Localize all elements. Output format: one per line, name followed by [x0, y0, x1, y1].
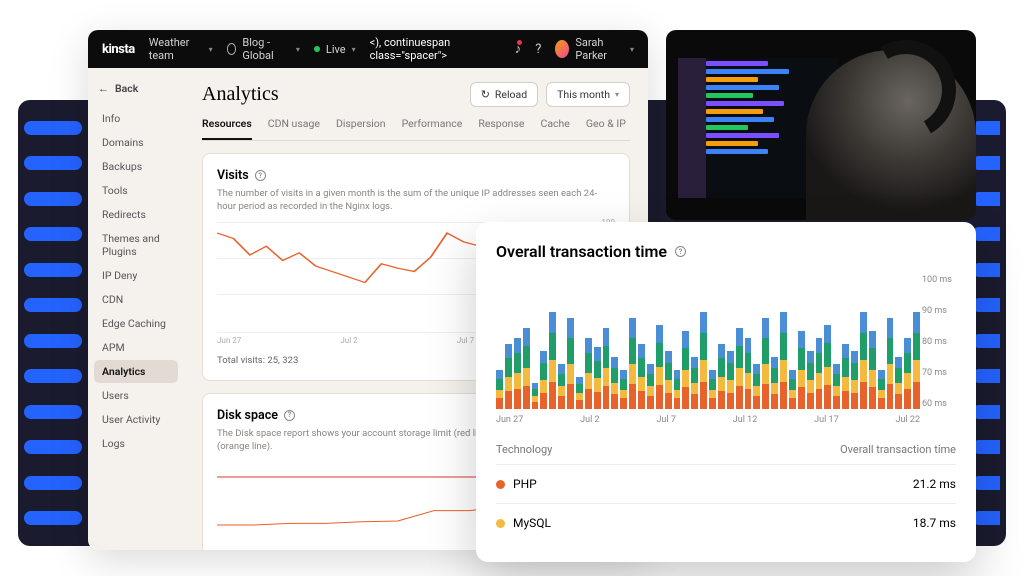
sidebar-item-ip-deny[interactable]: IP Deny — [94, 264, 178, 287]
team-name: Weather team — [149, 36, 203, 62]
sidebar-item-redirects[interactable]: Redirects — [94, 203, 178, 226]
sidebar-item-domains[interactable]: Domains — [94, 131, 178, 154]
avatar — [555, 40, 569, 58]
logo[interactable]: kinsta — [102, 42, 135, 57]
topbar: kinsta Weather team ▾ Blog - Global ▾ Li… — [88, 30, 648, 68]
sidebar-item-user-activity[interactable]: User Activity — [94, 408, 178, 431]
chevron-down-icon: ▾ — [352, 45, 356, 54]
info-icon[interactable]: ? — [675, 246, 686, 257]
sidebar-item-logs[interactable]: Logs — [94, 432, 178, 455]
disk-title: Disk space — [217, 408, 278, 423]
env-selector[interactable]: Live ▾ — [314, 43, 356, 56]
chevron-down-icon: ▾ — [615, 90, 619, 99]
env-label: Live — [326, 43, 346, 56]
arrow-left-icon: ← — [98, 82, 109, 95]
promo-photo — [666, 30, 976, 220]
wordpress-icon — [227, 43, 237, 55]
chevron-down-icon: ▾ — [630, 45, 634, 54]
tabs: Resources CDN usage Dispersion Performance R… — [202, 117, 630, 141]
tab-cdn-usage[interactable]: CDN usage — [268, 117, 320, 140]
color-dot — [496, 480, 505, 489]
tech-name: MySQL — [513, 516, 551, 530]
tech-name: PHP — [513, 477, 537, 491]
transaction-time-card: Overall transaction time ? 100 ms90 ms80… — [476, 222, 976, 562]
visits-title: Visits — [217, 168, 249, 183]
sidebar-item-cdn[interactable]: CDN — [94, 288, 178, 311]
tech-row-php[interactable]: PHP 21.2 ms — [496, 464, 956, 503]
reload-button[interactable]: ↻ Reload — [470, 82, 538, 107]
info-icon[interactable]: ? — [255, 170, 266, 181]
site-name: Blog - Global — [242, 36, 290, 62]
team-selector[interactable]: Weather team ▾ — [149, 36, 213, 62]
sidebar-item-apm[interactable]: APM — [94, 336, 178, 359]
bg-decor-left — [18, 100, 88, 546]
user-name: Sarah Parker — [575, 36, 624, 62]
sidebar-item-users[interactable]: Users — [94, 384, 178, 407]
sidebar-item-analytics[interactable]: Analytics — [94, 360, 178, 383]
sidebar-item-backups[interactable]: Backups — [94, 155, 178, 178]
sidebar-item-edge-caching[interactable]: Edge Caching — [94, 312, 178, 335]
sidebar-item-themes-and-plugins[interactable]: Themes and Plugins — [94, 227, 178, 263]
info-icon[interactable]: ? — [284, 410, 295, 421]
back-button[interactable]: ← Back — [94, 82, 178, 95]
tech-row-mysql[interactable]: MySQL 18.7 ms — [496, 503, 956, 542]
notifications-icon[interactable]: ♪ — [515, 41, 522, 57]
page-title: Analytics — [202, 83, 279, 106]
help-icon[interactable]: ? — [535, 42, 541, 57]
tech-value: 21.2 ms — [913, 477, 956, 491]
transaction-bar-chart: 100 ms90 ms80 ms70 ms60 ms — [496, 279, 956, 409]
col-tech: Technology — [496, 443, 552, 456]
visits-desc: The number of visits in a given month is… — [217, 187, 615, 214]
tab-response[interactable]: Response — [478, 117, 524, 140]
sidebar: ← Back InfoDomainsBackupsToolsRedirectsT… — [88, 68, 184, 550]
tab-resources[interactable]: Resources — [202, 117, 252, 140]
bar-x-axis: Jun 27Jul 2Jul 7Jul 12Jul 17Jul 22 — [496, 415, 956, 425]
reload-label: Reload — [495, 88, 527, 101]
sidebar-item-tools[interactable]: Tools — [94, 179, 178, 202]
tab-performance[interactable]: Performance — [402, 117, 463, 140]
tab-dispersion[interactable]: Dispersion — [336, 117, 386, 140]
color-dot — [496, 519, 505, 528]
overlay-title: Overall transaction time — [496, 242, 667, 261]
sidebar-item-info[interactable]: Info — [94, 107, 178, 130]
period-selector[interactable]: This month ▾ — [546, 82, 630, 107]
tab-geo-ip[interactable]: Geo & IP — [586, 117, 626, 140]
tab-cache[interactable]: Cache — [540, 117, 569, 140]
tech-value: 18.7 ms — [913, 516, 956, 530]
col-time: Overall transaction time — [840, 443, 956, 456]
site-selector[interactable]: Blog - Global ▾ — [227, 36, 300, 62]
reload-icon: ↻ — [481, 88, 490, 101]
back-label: Back — [115, 82, 138, 95]
user-menu[interactable]: Sarah Parker ▾ — [555, 36, 634, 62]
chevron-down-icon: ▾ — [296, 45, 300, 54]
period-label: This month — [557, 88, 610, 101]
live-status-dot — [314, 46, 320, 52]
chevron-down-icon: ▾ — [209, 45, 213, 54]
